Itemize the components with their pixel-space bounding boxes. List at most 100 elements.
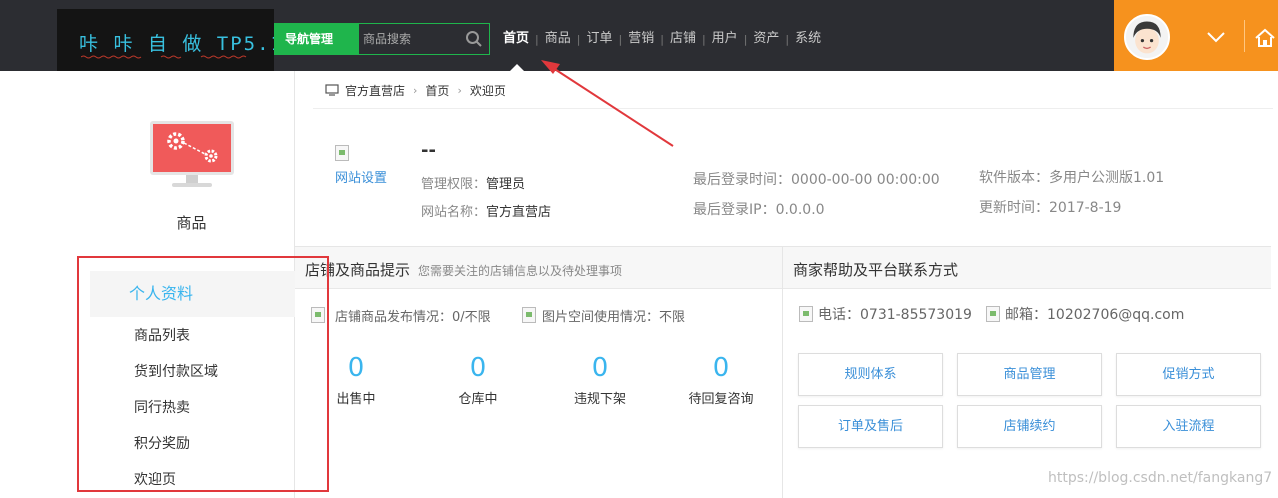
last-login-ip-value: 0.0.0.0 [775, 202, 825, 218]
site-name-label: 网站名称： [421, 205, 487, 220]
sidebar-item-welcome[interactable]: 欢迎页 [134, 472, 218, 498]
permission-value: 管理员 [486, 177, 526, 192]
monitor-icon [325, 84, 339, 96]
last-login-time-value: 0000-00-00 00:00:00 [791, 172, 940, 188]
divider [313, 108, 1273, 109]
nav-separator: | [701, 32, 706, 46]
sidebar-section-profile[interactable]: 个人资料 [90, 271, 295, 317]
store-panel-subtitle: 您需要关注的店铺信息以及待处理事项 [418, 264, 623, 278]
sidebar-item-hot-sales[interactable]: 同行热卖 [134, 400, 218, 436]
user-box [1114, 0, 1278, 71]
nav-item-users[interactable]: 用户 [712, 30, 738, 48]
stat-on-sale[interactable]: 0 出售中 [296, 352, 416, 407]
divider [782, 247, 783, 498]
stat-label: 出售中 [336, 392, 376, 407]
stat-label: 待回复咨询 [688, 392, 754, 407]
site-settings-link[interactable]: 网站设置 [335, 167, 387, 186]
search-icon[interactable] [465, 30, 483, 48]
chevron-right-icon: › [413, 83, 418, 97]
stat-label: 违规下架 [573, 392, 626, 407]
permission-info: 管理权限：管理员 [421, 173, 525, 192]
email-info: 邮箱：10202706@qq.com [1005, 307, 1185, 323]
search-input[interactable] [359, 24, 459, 54]
stat-value: 0 [347, 353, 365, 383]
stat-value: 0 [591, 353, 609, 383]
stat-pending-reply[interactable]: 0 待回复咨询 [661, 352, 781, 407]
breadcrumb-home[interactable]: 首页 [425, 82, 449, 99]
version-label: 软件版本： [979, 170, 1049, 186]
broken-image-icon [799, 306, 813, 322]
rules-button[interactable]: 规则体系 [798, 353, 943, 396]
store-goods-tip: 店铺商品发布情况：0/不限 [335, 310, 491, 325]
nav-item-system[interactable]: 系统 [795, 30, 821, 48]
last-login-ip-label: 最后登录IP： [693, 202, 776, 218]
watermark: https://blog.csdn.net/fangkang7 [1048, 470, 1273, 486]
version-value: 多用户公测版1.01 [1049, 170, 1165, 186]
phone-info: 电话：0731-85573019 [818, 307, 972, 323]
breadcrumb-store[interactable]: 官方直营店 [345, 82, 405, 99]
nav-separator: | [743, 32, 748, 46]
promotion-button[interactable]: 促销方式 [1116, 353, 1261, 396]
nav-separator: | [576, 32, 581, 46]
chevron-right-icon: › [457, 83, 462, 97]
last-login-time-label: 最后登录时间： [693, 172, 791, 188]
nav-item-assets[interactable]: 资产 [753, 30, 779, 48]
nav-separator: | [785, 32, 790, 46]
active-nav-caret-icon [510, 64, 524, 71]
nav-item-marketing[interactable]: 营销 [628, 30, 654, 48]
store-name: -- [421, 140, 436, 161]
store-panel-title-wrap: 店铺及商品提示 您需要关注的店铺信息以及待处理事项 [305, 259, 622, 280]
sidebar-title: 商品 [176, 214, 207, 232]
broken-image-icon [311, 307, 325, 323]
broken-image-icon [986, 306, 1000, 322]
nav-manage-button[interactable]: 导航管理 [274, 23, 358, 55]
help-panel-title: 商家帮助及平台联系方式 [793, 261, 959, 279]
search-box [358, 23, 490, 55]
sidebar-item-points[interactable]: 积分奖励 [134, 436, 218, 472]
store-panel-title: 店铺及商品提示 [305, 261, 411, 279]
order-aftersale-button[interactable]: 订单及售后 [798, 405, 943, 448]
avatar[interactable] [1124, 14, 1170, 60]
top-bar: 咔 咔 自 做 TP5.1 导航管理 首页 | 商品 | 订单 | 营销 | 店… [0, 0, 1278, 71]
stat-in-warehouse[interactable]: 0 仓库中 [418, 352, 538, 407]
onboarding-button[interactable]: 入驻流程 [1116, 405, 1261, 448]
nav-separator: | [660, 32, 664, 46]
image-space-tip: 图片空间使用情况：不限 [542, 310, 686, 325]
version-info: 软件版本：多用户公测版1.01 [979, 167, 1164, 187]
breadcrumb: 官方直营店 › 首页 › 欢迎页 [325, 82, 506, 98]
nav-item-store[interactable]: 店铺 [670, 30, 696, 48]
permission-label: 管理权限： [421, 177, 487, 192]
nav-item-goods[interactable]: 商品 [545, 30, 571, 48]
store-panel-header: 店铺及商品提示 您需要关注的店铺信息以及待处理事项 [295, 247, 782, 289]
store-renew-button[interactable]: 店铺续约 [957, 405, 1102, 448]
nav-item-home[interactable]: 首页 [503, 30, 529, 48]
stat-value: 0 [469, 353, 487, 383]
sidebar-menu: 商品列表 货到付款区域 同行热卖 积分奖励 欢迎页 [134, 328, 218, 498]
logo-text: 咔 咔 自 做 TP5.1 [79, 33, 284, 55]
stat-value: 0 [712, 353, 730, 383]
sidebar: 商品 个人资料 商品列表 货到付款区域 同行热卖 积分奖励 欢迎页 [0, 71, 295, 498]
user-avatar-icon [1126, 16, 1168, 58]
chevron-down-icon[interactable] [1206, 30, 1226, 44]
stat-violation[interactable]: 0 违规下架 [540, 352, 660, 407]
logo-underline-icon [81, 55, 247, 59]
broken-image-icon [522, 307, 536, 323]
help-panel-header: 商家帮助及平台联系方式 [783, 247, 1271, 289]
site-name-info: 网站名称：官方直营店 [421, 201, 551, 220]
sidebar-item-goods-list[interactable]: 商品列表 [134, 328, 218, 364]
logo[interactable]: 咔 咔 自 做 TP5.1 [57, 9, 282, 71]
goods-manage-button[interactable]: 商品管理 [957, 353, 1102, 396]
broken-image-icon [335, 145, 349, 161]
stat-label: 仓库中 [458, 392, 498, 407]
site-name-value: 官方直营店 [486, 205, 552, 220]
divider [1244, 20, 1245, 52]
breadcrumb-welcome: 欢迎页 [469, 83, 506, 98]
update-time-label: 更新时间： [979, 200, 1049, 216]
last-login-time-info: 最后登录时间：0000-00-00 00:00:00 [693, 169, 940, 189]
home-icon[interactable] [1254, 28, 1276, 48]
nav-item-orders[interactable]: 订单 [586, 30, 612, 48]
nav-separator: | [535, 32, 539, 46]
goods-monitor-icon [150, 121, 234, 187]
sidebar-item-cod-region[interactable]: 货到付款区域 [134, 364, 218, 400]
update-time-value: 2017-8-19 [1049, 200, 1122, 216]
